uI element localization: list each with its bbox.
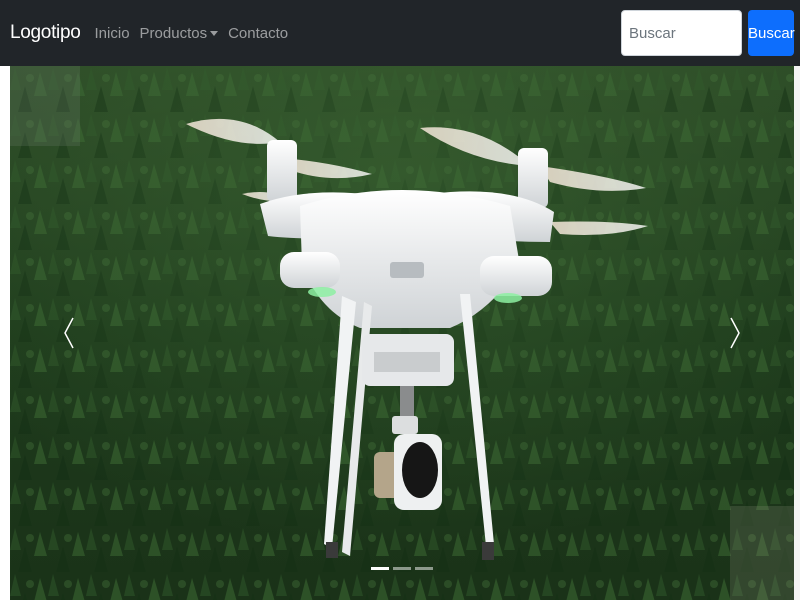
page-edge (794, 66, 800, 600)
nav-link-inicio[interactable]: Inicio (95, 25, 130, 42)
carousel-indicator-1[interactable] (371, 567, 389, 570)
carousel-indicator-2[interactable] (393, 567, 411, 570)
search-input[interactable] (621, 10, 742, 56)
carousel-prev-button[interactable] (10, 66, 128, 600)
carousel-indicator-3[interactable] (415, 567, 433, 570)
search-button[interactable]: Buscar (748, 10, 795, 56)
carousel-indicators (10, 567, 794, 570)
brand-logo[interactable]: Logotipo (10, 22, 81, 44)
carousel-next-button[interactable] (676, 66, 794, 600)
hero-carousel (10, 66, 794, 600)
nav-dropdown-productos[interactable]: Productos (140, 25, 219, 42)
chevron-left-icon (64, 317, 74, 349)
nav-dropdown-label: Productos (139, 24, 208, 42)
nav-link-contacto[interactable]: Contacto (228, 25, 288, 42)
search-form: Buscar (621, 10, 795, 56)
chevron-right-icon (730, 317, 740, 349)
caret-down-icon (210, 30, 219, 36)
navbar: Logotipo Inicio Productos Contacto Busca… (0, 0, 800, 66)
